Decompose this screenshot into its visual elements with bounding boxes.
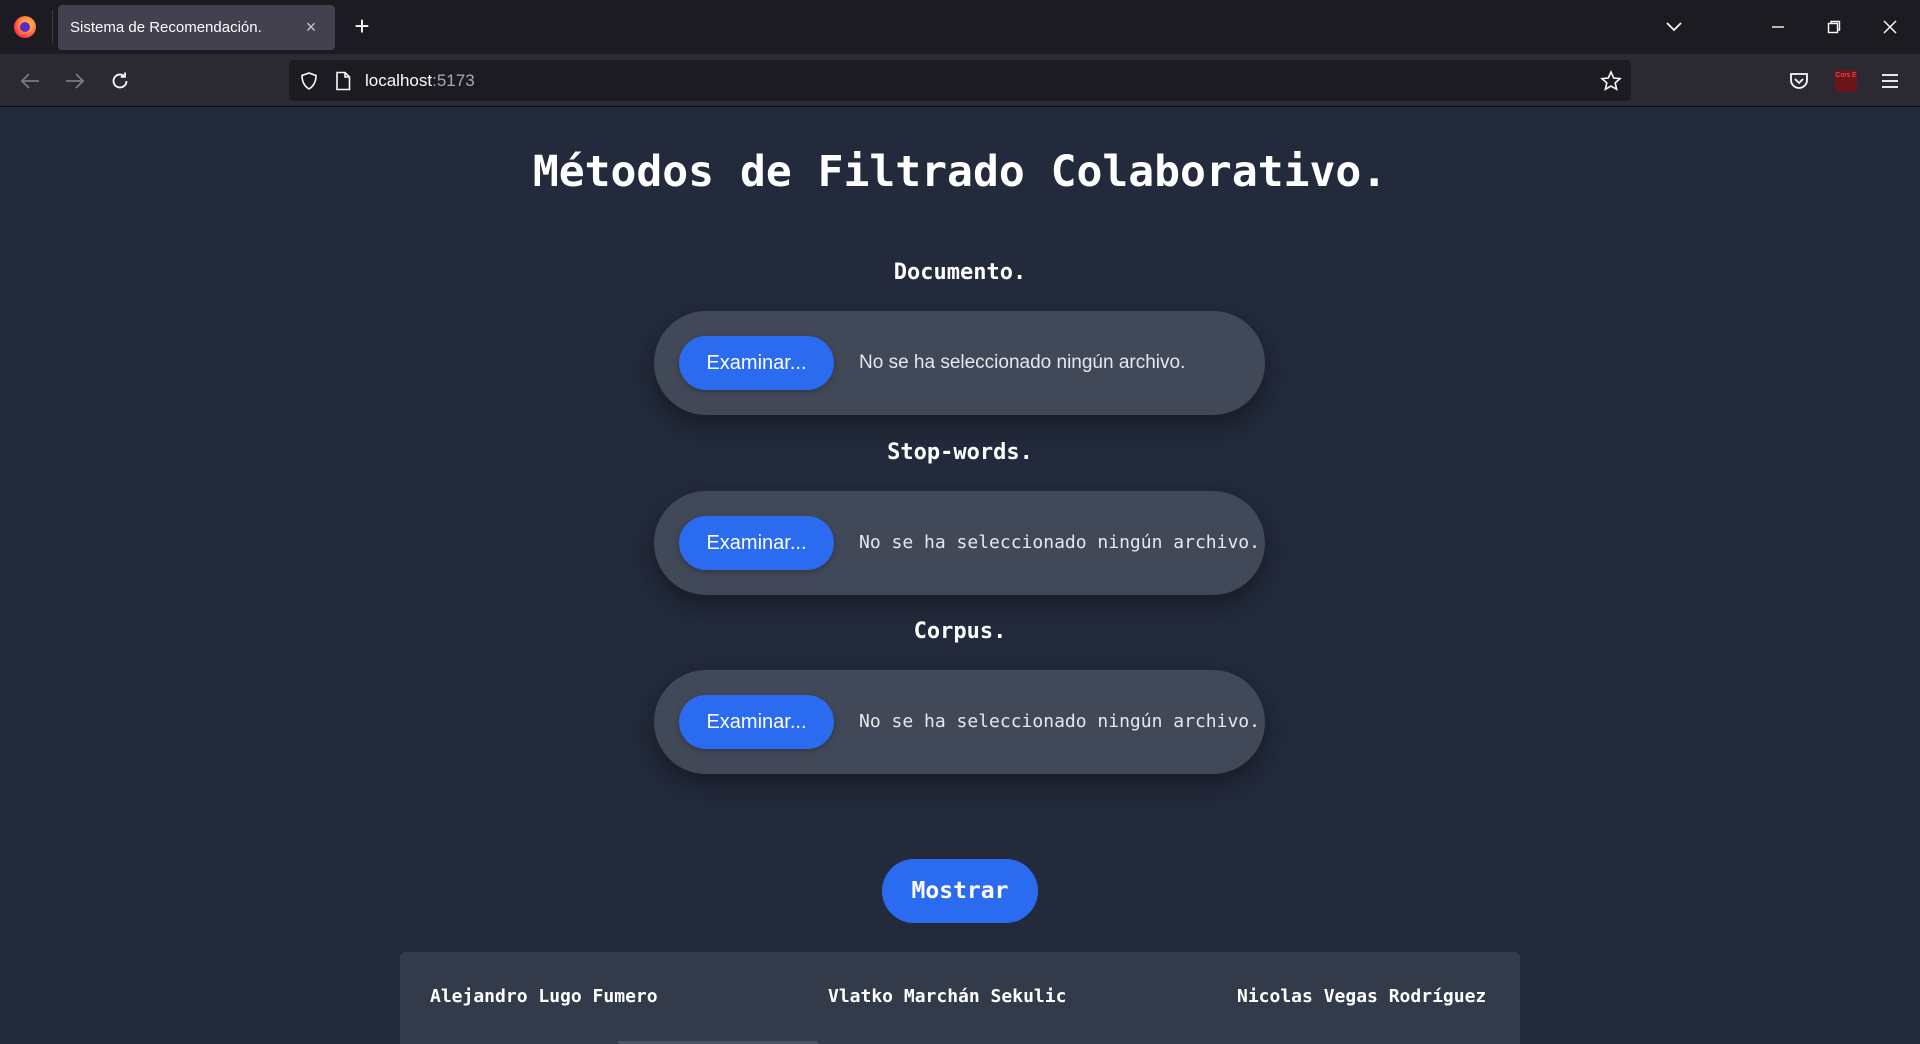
file-input-stop-words[interactable]: Examinar... No se ha seleccionado ningún…: [654, 491, 1265, 595]
file-status-corpus: No se ha seleccionado ningún archivo.: [859, 711, 1260, 732]
browse-button-corpus[interactable]: Examinar...: [679, 695, 834, 749]
author-name: Nicolas Vegas Rodríguez: [1237, 986, 1487, 1007]
firefox-logo-icon[interactable]: [14, 16, 36, 38]
reload-icon[interactable]: [103, 64, 137, 98]
url-port: :5173: [432, 71, 475, 90]
shield-icon[interactable]: [299, 60, 319, 101]
browser-tab[interactable]: Sistema de Recomendación. ×: [58, 5, 335, 50]
cors-extension-icon[interactable]: Cors E: [1835, 70, 1857, 92]
section-label-corpus: Corpus.: [913, 619, 1007, 644]
url-host: localhost: [365, 71, 433, 90]
file-input-corpus[interactable]: Examinar... No se ha seleccionado ningún…: [654, 670, 1265, 774]
file-status-stop-words: No se ha seleccionado ningún archivo.: [859, 532, 1260, 553]
tab-separator: [52, 10, 53, 44]
page-content: Métodos de Filtrado Colaborativo. Docume…: [0, 107, 1920, 1044]
menu-hamburger-icon[interactable]: [1873, 64, 1907, 98]
section-label-stop-words: Stop-words.: [887, 440, 1033, 465]
bookmark-star-icon[interactable]: [1600, 60, 1622, 101]
pocket-icon[interactable]: [1782, 64, 1816, 98]
tab-close-icon[interactable]: ×: [301, 17, 321, 38]
url-text[interactable]: localhost:5173: [365, 60, 475, 101]
section-label-documento: Documento.: [893, 260, 1027, 285]
file-status-documento: No se ha seleccionado ningún archivo.: [859, 352, 1186, 373]
url-bar[interactable]: localhost:5173: [289, 60, 1631, 101]
page-title: Métodos de Filtrado Colaborativo.: [532, 147, 1388, 197]
tab-list-chevron-icon[interactable]: [1656, 10, 1692, 44]
restore-icon[interactable]: [1816, 10, 1852, 44]
navigation-toolbar: localhost:5173 Cors E: [0, 54, 1920, 107]
close-window-icon[interactable]: [1872, 10, 1908, 44]
browse-button-stop-words[interactable]: Examinar...: [679, 516, 834, 570]
file-input-documento[interactable]: Examinar... No se ha seleccionado ningún…: [654, 311, 1265, 415]
browse-button-documento[interactable]: Examinar...: [679, 336, 834, 390]
author-name: Vlatko Marchán Sekulic: [828, 986, 1067, 1007]
page-icon[interactable]: [335, 60, 351, 101]
new-tab-button[interactable]: +: [348, 12, 376, 40]
tab-title: Sistema de Recomendación.: [70, 19, 262, 36]
tab-strip: Sistema de Recomendación. × +: [0, 0, 1920, 54]
forward-arrow-icon[interactable]: [58, 64, 92, 98]
show-button[interactable]: Mostrar: [882, 859, 1038, 923]
author-name: Alejandro Lugo Fumero: [430, 986, 658, 1007]
back-arrow-icon[interactable]: [13, 64, 47, 98]
footer-authors: Alejandro Lugo Fumero Vlatko Marchán Sek…: [400, 952, 1520, 1044]
minimize-icon[interactable]: [1760, 10, 1796, 44]
